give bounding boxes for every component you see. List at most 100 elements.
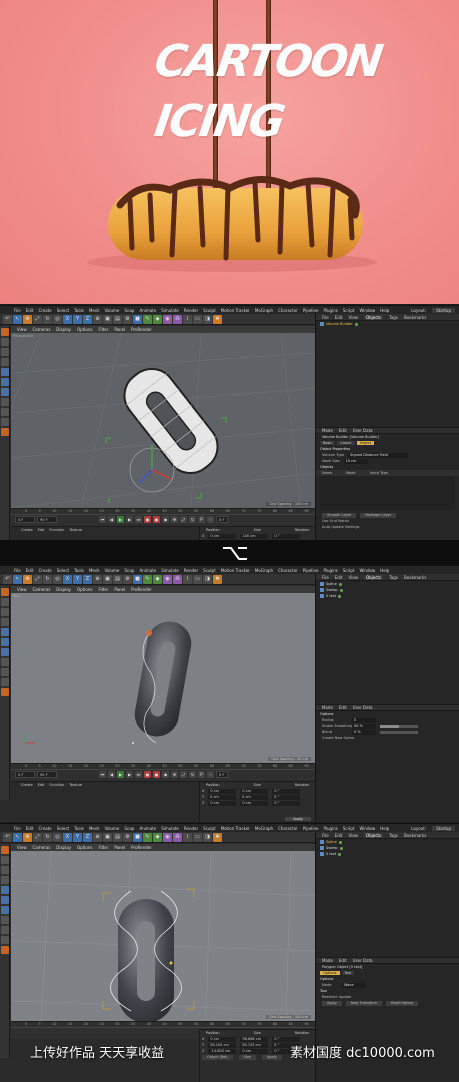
lock-workplane-icon[interactable] — [0, 418, 9, 426]
scale-key-icon[interactable]: ⤢ — [180, 516, 187, 523]
menu-motion-tracker[interactable]: Motion Tracker — [221, 568, 250, 573]
blend-field[interactable]: 0 % — [352, 729, 376, 735]
menu-pipeline[interactable]: Pipeline — [303, 826, 319, 831]
menu-window[interactable]: Window — [359, 568, 375, 573]
reset-values-button[interactable]: Reset Values — [386, 1000, 419, 1006]
menu-script[interactable]: Script — [343, 568, 355, 573]
viewport-menu-view[interactable]: View — [17, 327, 27, 332]
am-tab-object[interactable]: Object — [356, 441, 375, 445]
z-axis-icon[interactable]: Z — [83, 574, 92, 584]
visibility-dot-icon[interactable] — [339, 846, 343, 850]
menu-sculpt[interactable]: Sculpt — [203, 308, 216, 313]
record-icon[interactable]: ● — [144, 771, 151, 778]
am-tab-basic[interactable]: Basic — [320, 441, 336, 445]
camera-icon[interactable]: ◨ — [203, 832, 212, 842]
light-icon[interactable]: ✺ — [213, 574, 222, 584]
go-to-start-icon[interactable]: ⏮ — [99, 516, 106, 523]
render-settings-icon[interactable]: ⚙ — [123, 314, 132, 324]
om-menu-objects[interactable]: Objects — [363, 832, 384, 838]
make-editable-icon[interactable] — [0, 846, 9, 854]
cube-icon[interactable]: ■ — [133, 832, 142, 842]
rotation-key-icon[interactable]: ↻ — [189, 516, 196, 523]
rotate-icon[interactable]: ↻ — [43, 574, 52, 584]
am-menu-user-data[interactable]: User Data — [353, 705, 373, 710]
menu-edit[interactable]: Edit — [26, 568, 34, 573]
stroke-smoothing-slider[interactable] — [380, 724, 418, 728]
blend-slider[interactable] — [380, 730, 418, 734]
use-grid-matrix-option[interactable]: Use Grid Matrix — [322, 519, 349, 523]
menu-volume[interactable]: Volume — [104, 568, 119, 573]
visibility-dot-icon[interactable] — [338, 582, 342, 586]
size-x-field[interactable]: 0 cm — [240, 788, 269, 794]
menu-edit[interactable]: Edit — [26, 826, 34, 831]
viewport-menu-options[interactable]: Options — [77, 327, 92, 332]
menu-mesh[interactable]: Mesh — [89, 826, 100, 831]
menu-select[interactable]: Select — [57, 308, 69, 313]
stroke-smoothing-field[interactable]: 50 % — [352, 723, 376, 729]
texture-mode-icon[interactable] — [0, 866, 9, 874]
move-icon[interactable]: ✥ — [23, 832, 32, 842]
menu-window[interactable]: Window — [359, 308, 375, 313]
rot-h-field[interactable]: 0 ° — [272, 788, 301, 794]
material-menu-create[interactable]: Create — [21, 783, 33, 787]
render-picture-icon[interactable]: ▤ — [113, 832, 122, 842]
z-axis-icon[interactable]: Z — [83, 832, 92, 842]
rot-h-field[interactable]: 0 ° — [272, 533, 301, 539]
menu-simulate[interactable]: Simulate — [161, 826, 179, 831]
visibility-dot-icon[interactable] — [354, 322, 358, 326]
menu-help[interactable]: Help — [380, 308, 389, 313]
workplane-icon[interactable] — [0, 876, 9, 884]
visibility-dot-icon[interactable] — [338, 594, 342, 598]
pos-y-field[interactable]: 56.105 cm — [208, 1042, 237, 1048]
recent-tools-icon[interactable]: ◎ — [53, 314, 62, 324]
menu-create[interactable]: Create — [38, 568, 51, 573]
menu-render[interactable]: Render — [184, 308, 198, 313]
menu-mograph[interactable]: MoGraph — [255, 826, 273, 831]
prev-key-icon[interactable]: ◀ — [108, 771, 115, 778]
menu-help[interactable]: Help — [380, 568, 389, 573]
z-axis-icon[interactable]: Z — [83, 314, 92, 324]
render-view-icon[interactable]: ▣ — [103, 574, 112, 584]
viewport-menu-display[interactable]: Display — [56, 845, 71, 850]
material-menu-texture[interactable]: Texture — [69, 528, 82, 532]
menu-file[interactable]: File — [14, 568, 21, 573]
recent-tools-icon[interactable]: ◎ — [53, 832, 62, 842]
menu-plugins[interactable]: Plugins — [324, 568, 338, 573]
camera-icon[interactable]: ◨ — [203, 314, 212, 324]
pos-y-field[interactable]: 0 cm — [208, 794, 237, 800]
menu-animate[interactable]: Animate — [139, 308, 156, 313]
om-menu-objects[interactable]: Objects — [363, 314, 384, 320]
om-menu-tags[interactable]: Tags — [389, 315, 398, 320]
y-axis-icon[interactable]: Y — [73, 314, 82, 324]
end-frame-field[interactable]: 90 F — [37, 516, 57, 523]
move-icon[interactable]: ✥ — [23, 314, 32, 324]
visibility-dot-icon[interactable] — [338, 840, 342, 844]
recent-tools-icon[interactable]: ◎ — [53, 574, 62, 584]
menu-character[interactable]: Character — [278, 568, 298, 573]
auto-update-option[interactable]: Auto Update Settings — [322, 525, 359, 529]
pos-x-field[interactable]: 0 cm — [208, 1036, 237, 1042]
material-menu-texture[interactable]: Texture — [69, 783, 82, 787]
om-menu-edit[interactable]: Edit — [335, 833, 343, 838]
go-to-end-icon[interactable]: ⏭ — [135, 771, 142, 778]
visibility-dot-icon[interactable] — [339, 588, 343, 592]
snap-icon[interactable] — [0, 668, 9, 676]
viewport-menu-cameras[interactable]: Cameras — [33, 845, 51, 850]
menu-simulate[interactable]: Simulate — [161, 568, 179, 573]
go-to-end-icon[interactable]: ⏭ — [135, 516, 142, 523]
render-picture-icon[interactable]: ▤ — [113, 314, 122, 324]
model-mode-icon[interactable] — [0, 856, 9, 864]
am-tab-tool[interactable]: Tool — [341, 971, 355, 975]
move-icon[interactable]: ✥ — [23, 574, 32, 584]
viewport-menu-panel[interactable]: Panel — [114, 587, 125, 592]
viewport-menu-display[interactable]: Display — [56, 327, 71, 332]
om-menu-view[interactable]: View — [348, 575, 358, 580]
menu-create[interactable]: Create — [38, 308, 51, 313]
volume-type-dropdown[interactable]: Signed Distance Field — [348, 452, 409, 458]
deformer-icon[interactable]: ⌇ — [183, 832, 192, 842]
menu-pipeline[interactable]: Pipeline — [303, 308, 319, 313]
viewport-menu-filter[interactable]: Filter — [98, 327, 108, 332]
am-tab-coord[interactable]: Coord. — [337, 441, 355, 445]
visibility-dot-icon[interactable] — [338, 852, 342, 856]
floor-icon[interactable]: ▭ — [193, 832, 202, 842]
